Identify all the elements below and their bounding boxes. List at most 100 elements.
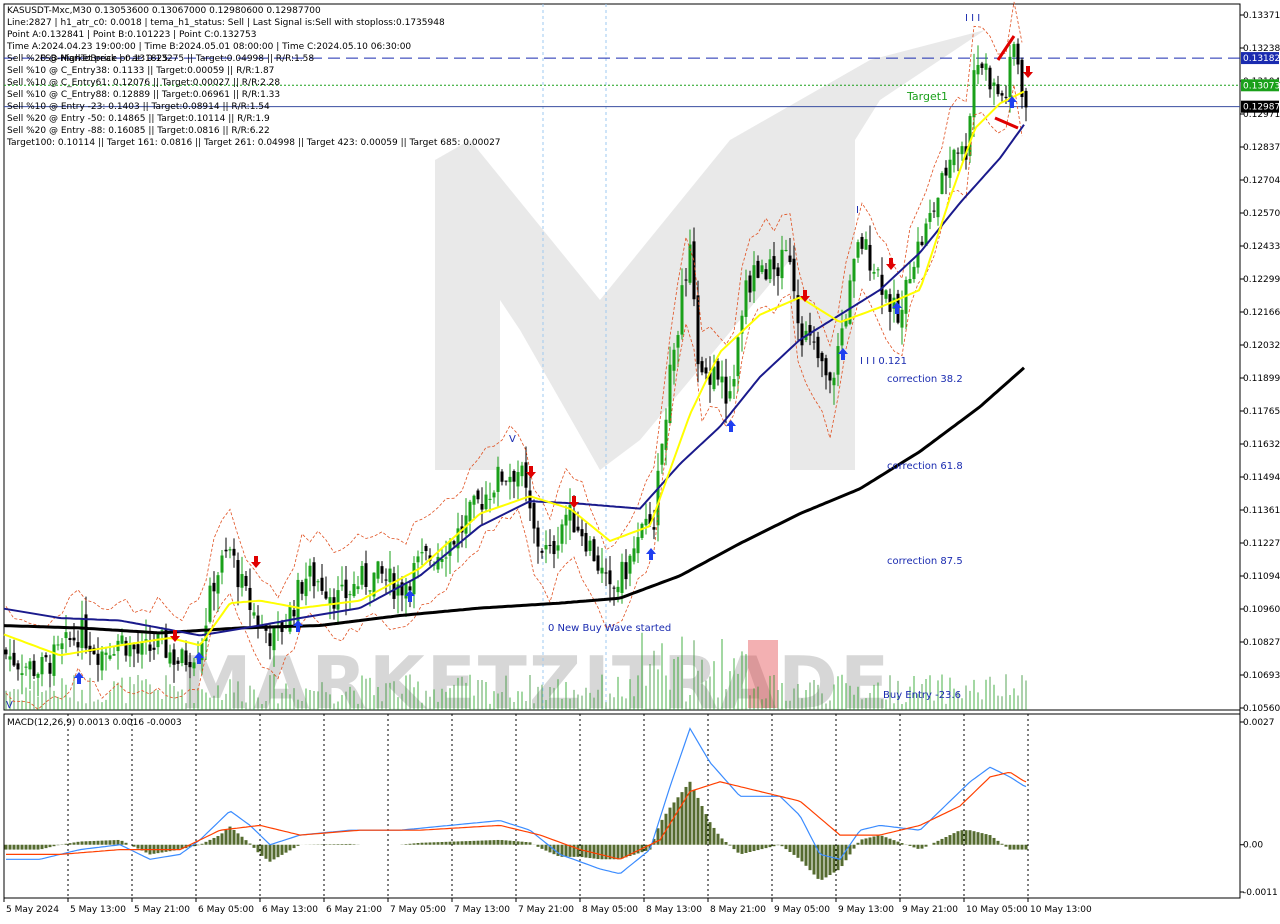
candle-body xyxy=(324,591,328,599)
time-label: 8 May 21:00 xyxy=(710,905,766,915)
candle-body xyxy=(8,656,12,660)
candle-body xyxy=(468,501,472,522)
candle-body xyxy=(876,269,880,271)
info-line: Sell %20 @ Entry -88: 0.16085 || Target:… xyxy=(7,126,270,136)
candle-body xyxy=(608,570,612,585)
candle-body xyxy=(252,612,256,616)
candle-body xyxy=(120,635,124,644)
candle-body xyxy=(984,63,988,70)
candle-body xyxy=(24,666,28,668)
price-label: 0.11361 xyxy=(1243,506,1280,516)
candle-body xyxy=(228,549,232,551)
candle-body xyxy=(4,649,8,655)
candle-body xyxy=(364,563,368,587)
info-line: Sell %10 @ C_Entry38: 0.1133 || Target:0… xyxy=(7,66,274,76)
candle-body xyxy=(208,585,212,622)
candle-body xyxy=(768,259,772,280)
candle-body xyxy=(516,472,520,487)
time-label: 5 May 21:00 xyxy=(134,905,190,915)
candle-body xyxy=(160,630,164,632)
candle-body xyxy=(884,290,888,299)
candle-body xyxy=(776,267,780,276)
price-label: 0.11899 xyxy=(1243,374,1280,384)
candle-body xyxy=(548,544,552,546)
time-label: 6 May 13:00 xyxy=(262,905,318,915)
candle-body xyxy=(840,328,844,346)
candle-body xyxy=(696,295,700,365)
candle-body xyxy=(564,514,568,526)
info-line: Sell %20 @ Entry -50: 0.14865 || Target:… xyxy=(7,114,270,124)
candle-body xyxy=(16,663,20,670)
candle-body xyxy=(856,242,860,258)
time-label: 10 May 13:00 xyxy=(1030,905,1092,915)
macd-tick-label: 0.00 xyxy=(1243,841,1263,851)
candle-body xyxy=(592,539,596,562)
candle-body xyxy=(748,275,752,293)
candle-body xyxy=(612,587,616,589)
candle-body xyxy=(124,640,128,656)
candle-body xyxy=(408,586,412,591)
candle-body xyxy=(644,518,648,526)
candle-body xyxy=(128,643,132,657)
macd-label: MACD(12,26,9) 0.0013 0.0016 -0.0003 xyxy=(7,718,182,728)
candle-body xyxy=(572,510,576,533)
candle-body xyxy=(36,673,40,678)
candle-body xyxy=(1008,56,1012,98)
price-label: 0.12299 xyxy=(1243,275,1280,285)
time-label: 9 May 05:00 xyxy=(774,905,830,915)
price-label: 0.11632 xyxy=(1243,440,1280,450)
candle-body xyxy=(864,239,868,250)
candle-body xyxy=(584,532,588,552)
candle-body xyxy=(604,572,608,574)
price-marker-label: 0.13182 xyxy=(1243,54,1280,64)
price-label: 0.10960 xyxy=(1243,605,1280,615)
price-label: 0.12433 xyxy=(1243,242,1280,252)
time-label: 7 May 21:00 xyxy=(518,905,574,915)
level-0121-label: I I I 0.121 xyxy=(860,356,907,367)
candle-body xyxy=(700,361,704,373)
time-label: 7 May 05:00 xyxy=(390,905,446,915)
info-line: Sell %10 @ Entry -23: 0.1403 || Target:0… xyxy=(7,102,270,112)
wave-v-low-label: V xyxy=(6,700,13,711)
candle-body xyxy=(308,565,312,577)
candle-body xyxy=(948,159,952,178)
candle-body xyxy=(756,260,760,278)
candle-body xyxy=(868,244,872,271)
candle-body xyxy=(292,609,296,617)
candle-body xyxy=(764,269,768,280)
candle-body xyxy=(424,545,428,552)
candle-body xyxy=(232,548,236,556)
chart-canvas: MARKETZITRADE KASUSDT-Mxc,M30 0.13053600… xyxy=(3,1,1280,915)
macd-tick-label: 0.0027 xyxy=(1243,718,1275,728)
candle-body xyxy=(784,249,788,251)
candle-body xyxy=(48,662,52,674)
candle-body xyxy=(176,660,180,664)
candle-body xyxy=(80,618,84,648)
time-axis: 5 May 2024 5 May 13:00 5 May 21:00 6 May 05… xyxy=(3,898,1092,915)
time-label: 5 May 2024 xyxy=(6,905,59,915)
candle-body xyxy=(108,655,112,659)
price-marker-label: 0.13073 xyxy=(1243,81,1280,91)
candle-body xyxy=(628,555,632,574)
candle-body xyxy=(704,367,708,374)
candle-body xyxy=(136,644,140,654)
candle-body xyxy=(244,575,248,587)
candle-body xyxy=(388,568,392,583)
price-label: 0.12837 xyxy=(1243,143,1280,153)
price-label: 0.13371 xyxy=(1243,11,1280,21)
info-line: Target100: 0.10114 || Target 161: 0.0816… xyxy=(6,138,501,148)
wave-v-label: V xyxy=(509,434,516,445)
time-label: 9 May 21:00 xyxy=(902,905,958,915)
candle-body xyxy=(932,210,936,212)
info-line: Sell %10 @ C_Entry88: 0.12889 || Target:… xyxy=(7,90,280,100)
candle-body xyxy=(472,495,476,505)
candle-body xyxy=(936,197,940,218)
candle-body xyxy=(580,529,584,537)
candle-body xyxy=(928,213,932,222)
buy-entry-label: Buy Entry -23.6 xyxy=(883,690,961,701)
time-label: 8 May 13:00 xyxy=(646,905,702,915)
candle-body xyxy=(172,649,176,665)
candle-body xyxy=(744,280,748,317)
candle-body xyxy=(976,64,980,75)
candle-body xyxy=(920,241,924,246)
